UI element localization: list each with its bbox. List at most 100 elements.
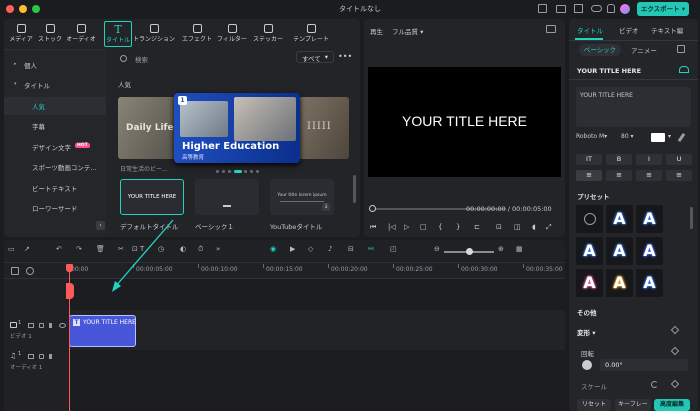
- text-style-icon[interactable]: IT: [576, 154, 602, 165]
- mic-icon[interactable]: ♪: [328, 245, 332, 253]
- underline-icon[interactable]: U: [666, 154, 692, 165]
- toolbar-transition[interactable]: トランジション: [130, 21, 178, 47]
- video-mute-icon[interactable]: [49, 323, 54, 328]
- reset-button[interactable]: リセット: [577, 399, 611, 411]
- featured-banner[interactable]: 1 Higher Education 高等教育: [174, 93, 300, 163]
- sidebar-item-6[interactable]: ビートテキスト: [4, 179, 106, 197]
- select-icon[interactable]: ▭: [8, 245, 15, 253]
- preset-6[interactable]: A: [576, 269, 603, 297]
- split-screen-icon[interactable]: ◰: [390, 245, 397, 253]
- rotation-keyframe-icon[interactable]: [670, 346, 680, 356]
- carousel-dot[interactable]: [244, 170, 247, 173]
- playhead-handle[interactable]: [66, 264, 73, 272]
- avatar[interactable]: [620, 4, 630, 14]
- carousel-prev-card[interactable]: Daily Life: [118, 97, 178, 159]
- timer-icon[interactable]: ⏱: [198, 245, 203, 254]
- more-icon[interactable]: •••: [338, 52, 352, 61]
- subtab-basic[interactable]: ベーシック: [579, 44, 621, 56]
- toolbar-effect[interactable]: エフェクト: [180, 21, 214, 47]
- volume-icon[interactable]: ◖: [532, 223, 536, 231]
- title-thumb-0[interactable]: YOUR TITLE HERE: [120, 179, 184, 215]
- transform-keyframe-icon[interactable]: [670, 325, 680, 335]
- toolbar-sticker[interactable]: ステッカー: [250, 21, 286, 47]
- ai-edit-icon[interactable]: [679, 66, 689, 73]
- save-icon[interactable]: [538, 4, 547, 13]
- record-icon[interactable]: ▶: [290, 245, 295, 253]
- collapse-sidebar-button[interactable]: ‹: [96, 221, 105, 230]
- render-preview-icon[interactable]: ◉: [270, 245, 276, 253]
- carousel-dot[interactable]: [256, 170, 259, 173]
- eyedropper-icon[interactable]: [677, 132, 686, 143]
- sidebar-item-4[interactable]: デザイン文字 HOT: [4, 138, 106, 156]
- prev-frame-icon[interactable]: ⏮: [370, 223, 376, 232]
- preset-1[interactable]: A: [606, 205, 633, 233]
- carousel-next-card[interactable]: IIIII: [299, 97, 349, 159]
- ai-icon[interactable]: ⚯: [368, 245, 374, 253]
- playhead-marker[interactable]: [66, 283, 74, 299]
- carousel-dot[interactable]: [234, 170, 242, 173]
- zoom-in-icon[interactable]: ⊕: [498, 245, 504, 253]
- preset-3[interactable]: A: [576, 237, 603, 265]
- add-track-icon[interactable]: [11, 267, 19, 275]
- inspector-tab-0[interactable]: タイトル: [577, 25, 603, 35]
- search-input[interactable]: 検索: [135, 54, 148, 64]
- toolbar-filter[interactable]: フィルター: [214, 21, 250, 47]
- sidebar-item-2[interactable]: 人気: [4, 97, 106, 115]
- align-left-icon[interactable]: ≡: [576, 170, 602, 181]
- bracket-out-icon[interactable]: }: [456, 223, 460, 231]
- rotation-input[interactable]: 0.00°: [600, 359, 688, 371]
- grid-tl-icon[interactable]: ▦: [516, 245, 523, 253]
- advanced-edit-button[interactable]: 高度編集: [654, 399, 690, 411]
- zoom-slider[interactable]: [444, 248, 494, 255]
- carousel-dot[interactable]: [250, 170, 253, 173]
- save-preset-icon[interactable]: [677, 45, 685, 53]
- quality-dropdown[interactable]: フル品質 ▾: [392, 26, 423, 36]
- camera-icon[interactable]: ◫: [514, 223, 521, 231]
- font-color-swatch[interactable]: [651, 133, 665, 142]
- fullscreen-icon[interactable]: ⤢: [546, 223, 552, 232]
- text-input[interactable]: YOUR TITLE HERE: [576, 87, 691, 127]
- zoom-handle[interactable]: [466, 248, 473, 255]
- audio-lock-icon[interactable]: [39, 354, 44, 359]
- color-icon[interactable]: ◐: [180, 245, 186, 253]
- filter-dropdown[interactable]: すべて ▾: [296, 51, 334, 63]
- font-size-dropdown[interactable]: 80 ▾: [621, 133, 643, 144]
- align-justify-icon[interactable]: ≡: [666, 170, 692, 181]
- scrubber-handle[interactable]: [369, 205, 376, 212]
- preset-2[interactable]: A: [636, 205, 663, 233]
- redo-icon[interactable]: ↷: [76, 245, 82, 253]
- video-eye-icon[interactable]: [59, 323, 66, 328]
- keyframe-button[interactable]: キーフレー: [615, 399, 651, 411]
- sidebar-item-1[interactable]: ▾ タイトル: [4, 76, 106, 94]
- render-icon[interactable]: ⊡: [496, 223, 502, 231]
- library-scrollbar[interactable]: [353, 175, 356, 203]
- preview-canvas[interactable]: YOUR TITLE HERE: [368, 67, 561, 177]
- preset-5[interactable]: A: [636, 237, 663, 265]
- italic-icon[interactable]: I: [636, 154, 662, 165]
- folder-icon[interactable]: [556, 5, 566, 13]
- more-tl-icon[interactable]: »: [216, 245, 220, 253]
- color-dropdown-arrow[interactable]: ▾: [668, 133, 671, 140]
- preset-scrollbar[interactable]: [690, 207, 693, 229]
- preset-7[interactable]: A: [606, 269, 633, 297]
- video-lock-icon[interactable]: [39, 323, 44, 328]
- link-icon[interactable]: [26, 267, 34, 275]
- delete-icon[interactable]: 🗑: [96, 245, 105, 253]
- cloud-icon[interactable]: [591, 5, 602, 12]
- play-icon[interactable]: ▷: [404, 223, 409, 231]
- export-button[interactable]: エクスポート ▾: [637, 2, 689, 16]
- download-icon[interactable]: ↓: [322, 203, 330, 211]
- split-icon[interactable]: ⊏: [474, 223, 480, 231]
- sidebar-item-7[interactable]: ローワーサード: [4, 199, 106, 217]
- stop-icon[interactable]: □: [420, 223, 427, 231]
- bold-icon[interactable]: B: [606, 154, 632, 165]
- undo-icon[interactable]: ↶: [56, 245, 62, 253]
- preset-8[interactable]: A: [636, 269, 663, 297]
- align-right-icon[interactable]: ≡: [636, 170, 662, 181]
- audio-folder-icon[interactable]: [28, 354, 34, 359]
- video-folder-icon[interactable]: [28, 323, 34, 328]
- title-clip[interactable]: T YOUR TITLE HERE: [69, 315, 136, 347]
- rotation-dial[interactable]: [582, 360, 592, 370]
- snapshot-icon[interactable]: [546, 25, 556, 33]
- notification-icon[interactable]: [607, 4, 615, 13]
